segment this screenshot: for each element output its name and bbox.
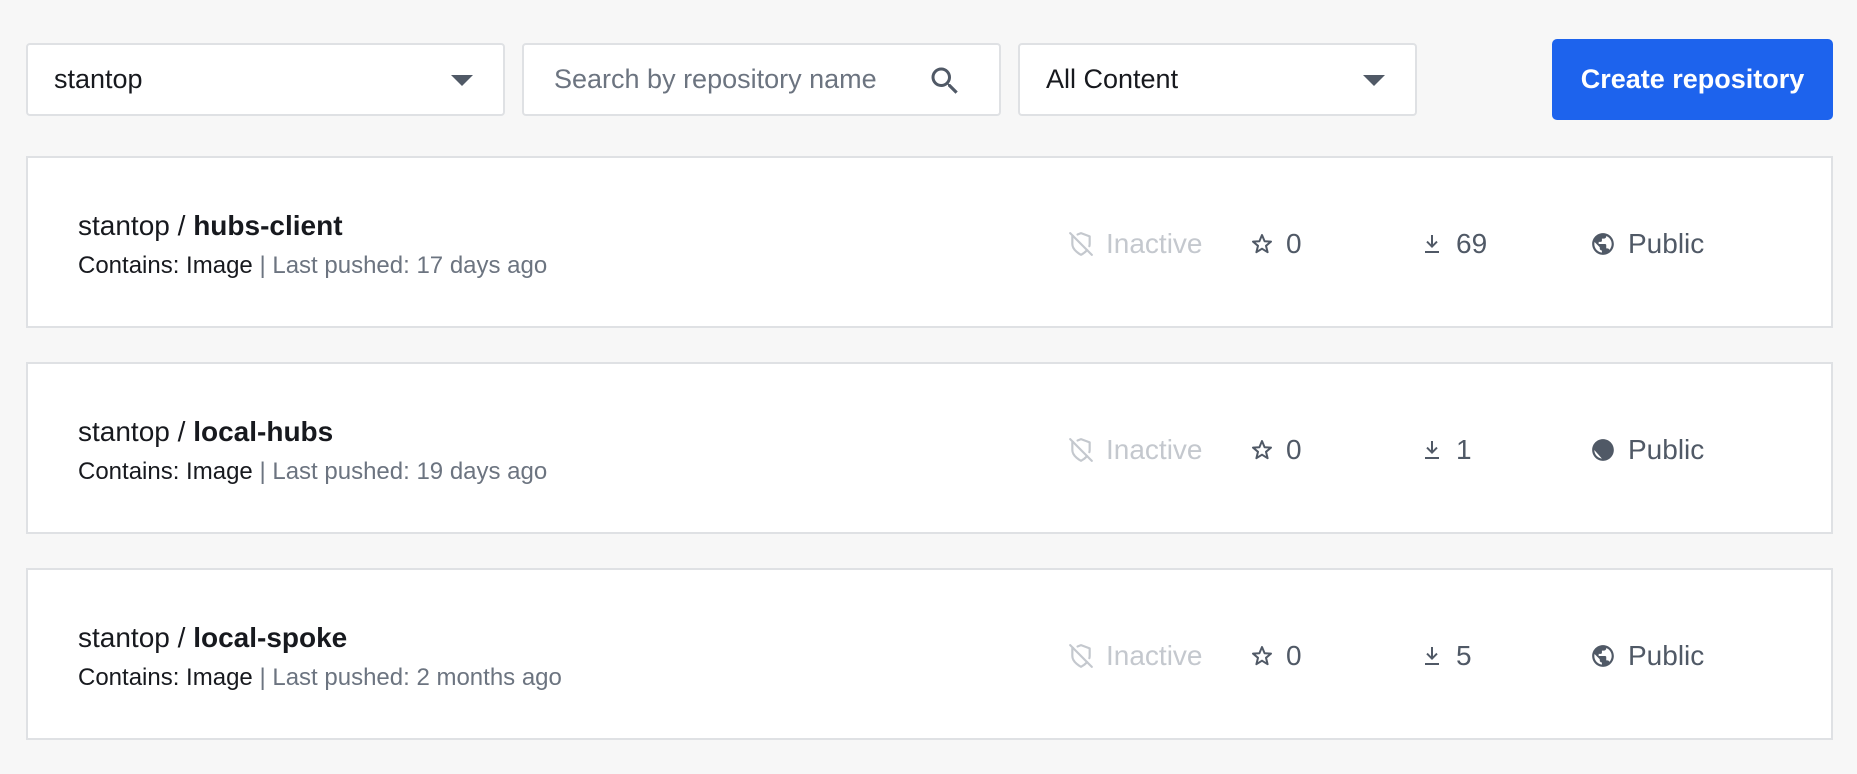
- repository-pulls: 69: [1420, 228, 1487, 260]
- repository-visibility: Public: [1590, 434, 1704, 466]
- globe-icon: [1592, 645, 1614, 667]
- content-type-select[interactable]: All Content: [1018, 43, 1417, 116]
- repository-stars: 0: [1250, 640, 1302, 672]
- repository-meta: Contains: Image | Last pushed: 2 months …: [78, 664, 562, 692]
- repository-last-pushed: Last pushed: 19 days ago: [272, 458, 548, 485]
- repository-list: stantop / hubs-client Contains: Image | …: [26, 156, 1833, 774]
- repository-name-separator: /: [177, 622, 186, 653]
- repository-row[interactable]: stantop / local-spoke Contains: Image | …: [26, 568, 1833, 740]
- star-outline-icon: [1252, 440, 1272, 460]
- shield-off-icon: [1069, 232, 1093, 256]
- meta-separator: |: [259, 458, 266, 485]
- repository-search: [522, 43, 1001, 116]
- repository-stars: 0: [1250, 434, 1302, 466]
- repository-pulls-count: 5: [1456, 640, 1472, 671]
- repository-name-separator: /: [177, 210, 186, 241]
- repository-status: Inactive: [1068, 640, 1203, 672]
- repository-name-text: local-spoke: [193, 622, 348, 653]
- repository-visibility: Public: [1590, 640, 1704, 672]
- repository-meta: Contains: Image | Last pushed: 19 days a…: [78, 458, 547, 486]
- repository-stars-count: 0: [1286, 434, 1302, 465]
- repository-namespace: stantop: [78, 416, 170, 447]
- repository-toolbar: stantop All Content Create repository: [0, 0, 1857, 140]
- repository-visibility: Public: [1590, 228, 1704, 260]
- repository-status-text: Inactive: [1106, 640, 1203, 671]
- repository-namespace: stantop: [78, 622, 170, 653]
- download-icon: [1425, 441, 1439, 459]
- repository-status-text: Inactive: [1106, 434, 1203, 465]
- content-type-select-value: All Content: [1046, 64, 1179, 94]
- repository-namespace: stantop: [78, 210, 170, 241]
- repository-name-separator: /: [177, 416, 186, 447]
- repository-status: Inactive: [1068, 228, 1203, 260]
- globe-icon: [1592, 439, 1614, 461]
- globe-icon: [1592, 233, 1614, 255]
- create-repository-button[interactable]: Create repository: [1552, 39, 1833, 120]
- meta-separator: |: [259, 252, 266, 279]
- meta-separator: |: [259, 664, 266, 691]
- repository-status-text: Inactive: [1106, 228, 1203, 259]
- repository-visibility-text: Public: [1628, 228, 1705, 259]
- repository-row[interactable]: stantop / hubs-client Contains: Image | …: [26, 156, 1833, 328]
- repository-name[interactable]: stantop / hubs-client: [78, 210, 343, 242]
- namespace-select-value: stantop: [54, 64, 143, 94]
- repository-pulls: 1: [1420, 434, 1472, 466]
- repository-row[interactable]: stantop / local-hubs Contains: Image | L…: [26, 362, 1833, 534]
- repository-pulls-count: 1: [1456, 434, 1472, 465]
- repository-contains: Contains: Image: [78, 458, 253, 485]
- caret-down-icon: [451, 74, 473, 86]
- repository-pulls: 5: [1420, 640, 1472, 672]
- shield-off-icon: [1069, 644, 1093, 668]
- repository-name[interactable]: stantop / local-spoke: [78, 622, 347, 654]
- download-icon: [1425, 647, 1439, 665]
- repository-pulls-count: 69: [1456, 228, 1488, 259]
- repository-stars-count: 0: [1286, 640, 1302, 671]
- caret-down-icon: [1363, 74, 1385, 86]
- repository-last-pushed: Last pushed: 2 months ago: [272, 664, 562, 691]
- repository-last-pushed: Last pushed: 17 days ago: [272, 252, 548, 279]
- repository-stars-count: 0: [1286, 228, 1302, 259]
- repository-status: Inactive: [1068, 434, 1203, 466]
- repository-name-text: hubs-client: [193, 210, 343, 241]
- repository-contains: Contains: Image: [78, 252, 253, 279]
- search-icon[interactable]: [927, 63, 963, 99]
- download-icon: [1425, 235, 1439, 253]
- repository-visibility-text: Public: [1628, 640, 1705, 671]
- repository-contains: Contains: Image: [78, 664, 253, 691]
- repository-name-text: local-hubs: [193, 416, 334, 447]
- star-outline-icon: [1252, 234, 1272, 254]
- namespace-select[interactable]: stantop: [26, 43, 505, 116]
- repository-meta: Contains: Image | Last pushed: 17 days a…: [78, 252, 547, 280]
- shield-off-icon: [1069, 438, 1093, 462]
- repository-name[interactable]: stantop / local-hubs: [78, 416, 333, 448]
- star-outline-icon: [1252, 646, 1272, 666]
- search-input[interactable]: [554, 64, 934, 95]
- repository-visibility-text: Public: [1628, 434, 1705, 465]
- repository-stars: 0: [1250, 228, 1302, 260]
